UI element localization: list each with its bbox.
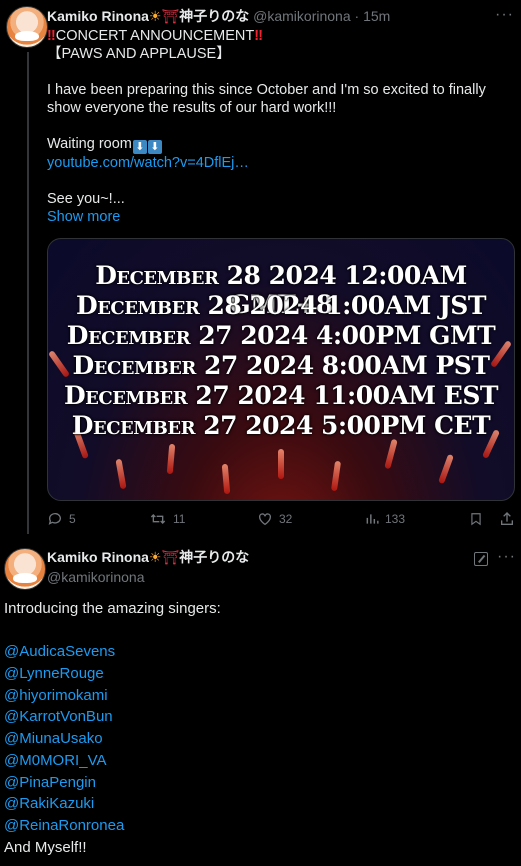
schedule-line: December 27 2024 4:00PM GMT [66,321,496,350]
reply-count: 5 [69,512,76,526]
tweet-text: ‼CONCERT ANNOUNCEMENT‼ 【PAWS AND APPLAUS… [47,27,507,226]
waiting-room-label: Waiting room [47,136,132,152]
decor-spark [330,460,342,492]
more-icon[interactable]: ··· [495,6,514,24]
bookmark-button[interactable] [469,511,483,527]
mention-link[interactable]: @M0MORI_VA [4,750,514,772]
author-handle[interactable]: @kamikorinona [47,567,249,587]
double-exclamation-emoji: ‼ [47,28,56,44]
concert-schedule-image[interactable]: December 28 2024 12:00AM GMT+8 December … [47,238,515,501]
share-icon [501,512,513,525]
thread-line [27,52,29,534]
reply-button[interactable]: 5 [47,511,76,527]
repost-count: 11 [173,512,186,526]
torii-emoji: ⛩ [161,8,180,24]
share-button[interactable] [499,511,515,527]
timestamp[interactable]: 15m [363,8,390,24]
grok-icon[interactable] [474,552,488,566]
decor-spark [166,443,176,475]
separator-dot: · [354,8,360,24]
decor-spark [115,458,127,490]
tweet-header: Kamiko Rinona☀⛩神子りのな @kamikorinona · 15m [47,6,507,26]
decor-spark [438,453,454,485]
repost-button[interactable]: 11 [149,511,185,527]
decor-spark [384,438,398,470]
views-count: 133 [385,512,406,526]
schedule-line: December 27 2024 8:00AM PST [72,351,490,380]
closing-text: And Myself!! [4,838,87,856]
mention-link[interactable]: @KarrotVonBun [4,706,514,728]
mention-link[interactable]: @MiunaUsako [4,728,514,750]
mention-link[interactable]: @ReinaRonronea [4,815,514,837]
announcement-title: CONCERT ANNOUNCEMENT [55,28,255,44]
author-name-jp[interactable]: 神子りのな [179,549,249,565]
schedule-line: December 27 2024 5:00PM CET [71,411,491,440]
like-button[interactable]: 32 [257,511,292,527]
torii-emoji: ⛩ [161,549,180,565]
mention-link[interactable]: @PinaPengin [4,772,514,794]
author-name-jp[interactable]: 神子りのな [179,8,249,24]
schedule-line: December 27 2024 11:00AM EST [63,381,499,410]
show-more-link[interactable]: Show more [47,209,120,225]
like-count: 32 [279,512,293,526]
decor-spark [221,463,231,495]
mention-link[interactable]: @AudicaSevens [4,641,514,663]
youtube-link[interactable]: youtube.com/watch?v=4DflEj… [47,155,249,171]
author-handle[interactable]: @kamikorinona [253,8,350,24]
intro-text: Introducing the amazing singers: [4,600,221,617]
concert-title: 【PAWS AND APPLAUSE】 [47,46,231,62]
down-arrow-emoji: ⬇ [132,140,147,154]
mention-link[interactable]: @LynneRouge [4,663,514,685]
tweet-paragraph: I have been preparing this since October… [47,82,486,116]
avatar[interactable] [4,548,46,590]
mention-link[interactable]: @RakiKazuki [4,793,514,815]
see-you-text: See you~!... [47,191,125,207]
decor-spark [278,449,284,479]
like-icon [259,513,271,526]
tweet-2-text: Introducing the amazing singers: @Audica… [4,598,514,858]
tweet-actions: 5 11 32 133 [47,511,517,531]
mention-link[interactable]: @hiyorimokami [4,685,514,707]
avatar[interactable] [6,6,48,48]
double-exclamation-emoji: ‼ [254,28,263,44]
sun-emoji: ☀ [148,549,162,565]
schedule-line: December 28 2024 1:00AM JST [76,291,486,320]
down-arrow-emoji: ⬇ [147,140,162,154]
repost-icon [150,514,166,524]
bookmark-icon [471,513,481,526]
author-name[interactable]: Kamiko Rinona [47,549,149,565]
more-icon[interactable]: ··· [497,548,516,566]
sun-emoji: ☀ [148,8,162,24]
views-button[interactable]: 133 [365,511,405,527]
tweet-1: Kamiko Rinona☀⛩神子りのな @kamikorinona · 15m… [47,6,507,226]
author-name[interactable]: Kamiko Rinona [47,8,149,24]
reply-icon [48,513,61,525]
tweet-2-header: Kamiko Rinona☀⛩神子りのな @kamikorinona [47,547,249,587]
views-icon [366,514,379,524]
